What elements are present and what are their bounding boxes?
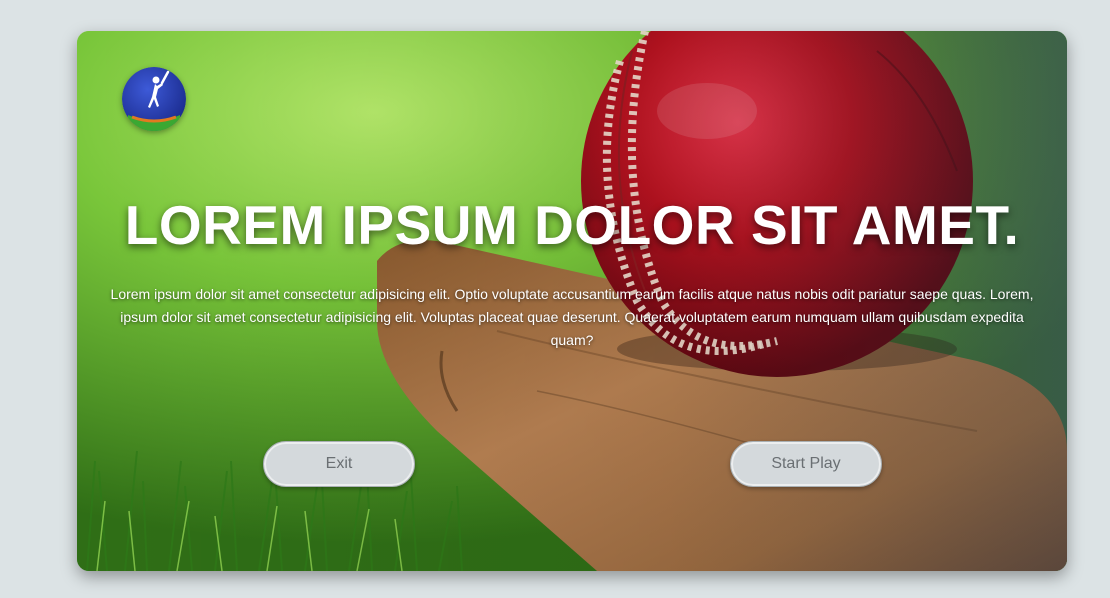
cricket-logo	[122, 67, 186, 131]
page-title: LOREM IPSUM DOLOR SIT AMET.	[124, 194, 1020, 256]
hero-card: LOREM IPSUM DOLOR SIT AMET. Lorem ipsum …	[77, 31, 1067, 571]
hero-description: Lorem ipsum dolor sit amet consectetur a…	[110, 286, 1034, 348]
start-play-button[interactable]: Start Play	[730, 441, 882, 487]
cricket-batsman-icon	[122, 67, 186, 131]
exit-button[interactable]: Exit	[263, 441, 415, 487]
